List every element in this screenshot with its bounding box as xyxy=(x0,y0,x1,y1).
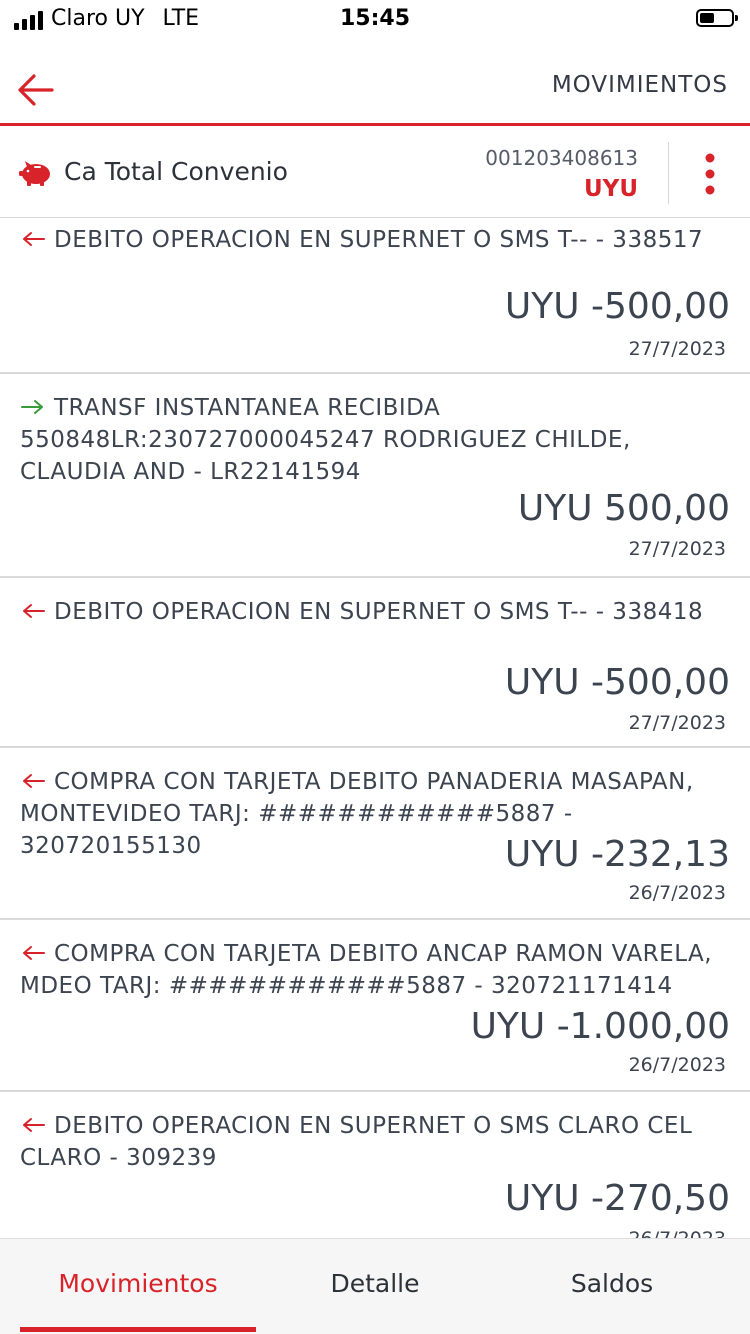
movement-date: 27/7/2023 xyxy=(628,538,726,560)
movement-description-text: DEBITO OPERACION EN SUPERNET O SMS CLARO… xyxy=(20,1113,693,1171)
movement-description-text: TRANSF INSTANTANEA RECIBIDA 550848LR:230… xyxy=(20,395,631,485)
movement-amount: UYU -500,00 xyxy=(504,662,730,703)
outgoing-arrow-icon xyxy=(23,774,45,788)
movement-row[interactable]: DEBITO OPERACION EN SUPERNET O SMS T-- -… xyxy=(0,578,750,748)
tab-detalle[interactable]: Detalle xyxy=(257,1269,493,1298)
clock: 15:45 xyxy=(339,6,411,31)
movement-description: DEBITO OPERACION EN SUPERNET O SMS CLARO… xyxy=(20,1110,730,1174)
tab-bar: Movimientos Detalle Saldos xyxy=(0,1238,750,1334)
outgoing-arrow-icon xyxy=(23,604,45,618)
movement-row[interactable]: COMPRA CON TARJETA DEBITO PANADERIA MASA… xyxy=(0,748,750,920)
status-bar: Claro UY LTE 15:45 xyxy=(0,0,750,44)
account-currency: UYU xyxy=(583,176,638,202)
outgoing-arrow-icon xyxy=(23,232,45,246)
divider xyxy=(668,142,669,204)
piggy-bank-icon xyxy=(19,161,50,186)
movement-row[interactable]: DEBITO OPERACION EN SUPERNET O SMS CLARO… xyxy=(0,1092,750,1238)
movement-description: DEBITO OPERACION EN SUPERNET O SMS T-- -… xyxy=(20,596,730,628)
outgoing-arrow-icon xyxy=(23,1118,45,1132)
movement-description-text: DEBITO OPERACION EN SUPERNET O SMS T-- -… xyxy=(54,227,704,253)
account-name: Ca Total Convenio xyxy=(64,157,288,186)
outgoing-arrow-icon xyxy=(23,946,45,960)
account-number: 001203408613 xyxy=(485,146,638,170)
movement-amount: UYU -232,13 xyxy=(504,834,730,875)
tab-movimientos[interactable]: Movimientos xyxy=(20,1269,256,1298)
account-header[interactable]: Ca Total Convenio 001203408613 UYU xyxy=(0,128,750,218)
more-options-icon[interactable] xyxy=(700,152,720,196)
movement-row[interactable]: COMPRA CON TARJETA DEBITO ANCAP RAMON VA… xyxy=(0,920,750,1092)
movement-description-text: COMPRA CON TARJETA DEBITO ANCAP RAMON VA… xyxy=(20,941,713,999)
movement-date: 26/7/2023 xyxy=(628,882,726,904)
movement-date: 26/7/2023 xyxy=(629,1228,726,1238)
movement-description: COMPRA CON TARJETA DEBITO ANCAP RAMON VA… xyxy=(20,938,730,1002)
nav-bar: MOVIMIENTOS xyxy=(0,44,750,126)
movement-amount: UYU -1.000,00 xyxy=(470,1006,730,1047)
page-title: MOVIMIENTOS xyxy=(551,72,728,98)
movement-amount: UYU 500,00 xyxy=(517,488,730,529)
tab-saldos[interactable]: Saldos xyxy=(494,1269,730,1298)
movement-description: TRANSF INSTANTANEA RECIBIDA 550848LR:230… xyxy=(20,392,730,488)
movement-description-text: DEBITO OPERACION EN SUPERNET O SMS T-- -… xyxy=(54,599,704,625)
incoming-arrow-icon xyxy=(21,400,43,414)
active-tab-indicator xyxy=(20,1327,256,1332)
movement-date: 26/7/2023 xyxy=(628,1054,726,1076)
back-arrow-icon[interactable] xyxy=(16,70,56,110)
movement-date: 27/7/2023 xyxy=(628,712,726,734)
movement-date: 27/7/2023 xyxy=(628,338,726,360)
movement-amount: UYU -500,00 xyxy=(504,286,730,327)
movements-list[interactable]: DEBITO OPERACION EN SUPERNET O SMS T-- -… xyxy=(0,218,750,1238)
movement-description: DEBITO OPERACION EN SUPERNET O SMS T-- -… xyxy=(20,224,730,256)
battery-icon xyxy=(696,9,738,27)
movement-row[interactable]: TRANSF INSTANTANEA RECIBIDA 550848LR:230… xyxy=(0,374,750,578)
movement-row[interactable]: DEBITO OPERACION EN SUPERNET O SMS T-- -… xyxy=(0,218,750,374)
movement-amount: UYU -270,50 xyxy=(504,1178,730,1219)
